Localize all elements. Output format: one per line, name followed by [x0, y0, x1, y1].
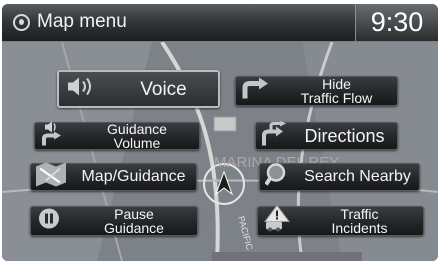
pause-icon	[37, 207, 61, 236]
traffic-incidents-label: Traffic Incidents	[331, 206, 388, 236]
guidance-volume-button[interactable]: Guidance Volume	[34, 121, 200, 151]
map-menu-icon	[13, 14, 30, 31]
voice-button[interactable]: Voice	[57, 70, 220, 108]
map-guidance-label: Map/Guidance	[81, 168, 186, 185]
title-bar: Map menu 9:30	[2, 4, 438, 42]
turn-arrow-icon	[242, 77, 268, 105]
page-title: Map menu	[37, 11, 127, 32]
directions-button[interactable]: Directions	[255, 120, 398, 151]
voice-label: Voice	[140, 78, 187, 100]
hide-traffic-flow-button[interactable]: Hide Traffic Flow	[235, 76, 398, 106]
search-icon	[264, 163, 291, 192]
pause-guidance-button[interactable]: Pause Guidance	[30, 206, 198, 236]
display-frame: Map menu 9:30 MARINA DEL REY PACIFIC Voi…	[2, 4, 438, 261]
navigation-screen: Map menu 9:30 MARINA DEL REY PACIFIC Voi…	[0, 0, 442, 264]
directions-label: Directions	[304, 126, 385, 146]
pause-guidance-label: Pause Guidance	[104, 206, 164, 236]
volume-turn-icon	[41, 121, 69, 151]
map-guidance-button[interactable]: Map/Guidance	[30, 162, 197, 192]
clock: 9:30	[355, 4, 438, 41]
map-guidance-icon	[36, 162, 66, 192]
guidance-volume-label: Guidance Volume	[107, 121, 167, 151]
search-nearby-button[interactable]: Search Nearby	[259, 163, 420, 191]
speaker-icon	[68, 77, 98, 102]
hide-traffic-flow-label: Hide Traffic Flow	[300, 76, 373, 106]
traffic-incident-icon	[263, 204, 291, 237]
directions-icon	[261, 120, 289, 151]
search-nearby-label: Search Nearby	[304, 168, 411, 185]
traffic-incidents-button[interactable]: Traffic Incidents	[257, 204, 424, 237]
